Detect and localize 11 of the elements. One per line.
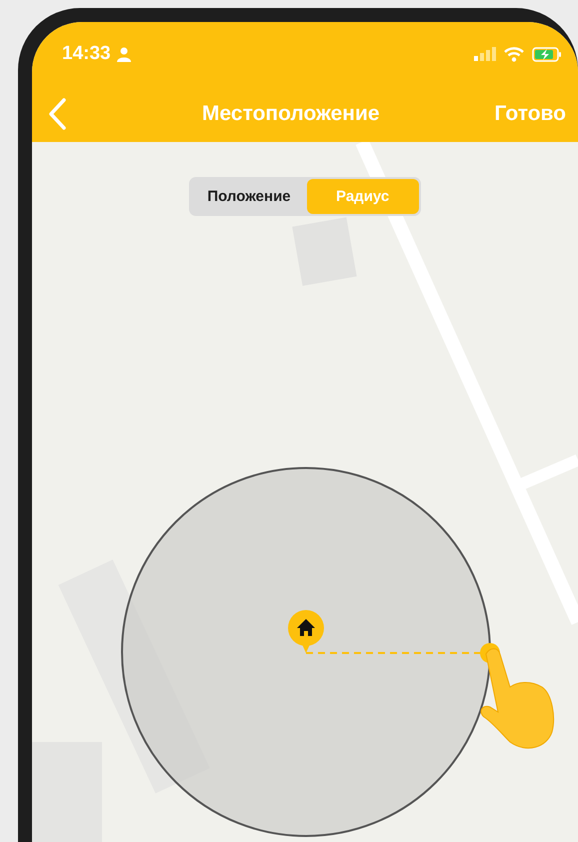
status-time: 14:33 [62,43,111,65]
segment-tab[interactable]: Положение [191,179,307,214]
back-button[interactable] [46,97,68,131]
wifi-icon [504,46,524,62]
battery-charging-icon [532,46,562,62]
map-view[interactable]: Положение Радиус [32,142,578,842]
screen-title: Местоположение [202,102,380,126]
signal-icon [474,47,496,61]
person-icon [116,46,131,62]
home-pin-icon [288,610,324,653]
hand-pointer-icon [480,648,554,749]
